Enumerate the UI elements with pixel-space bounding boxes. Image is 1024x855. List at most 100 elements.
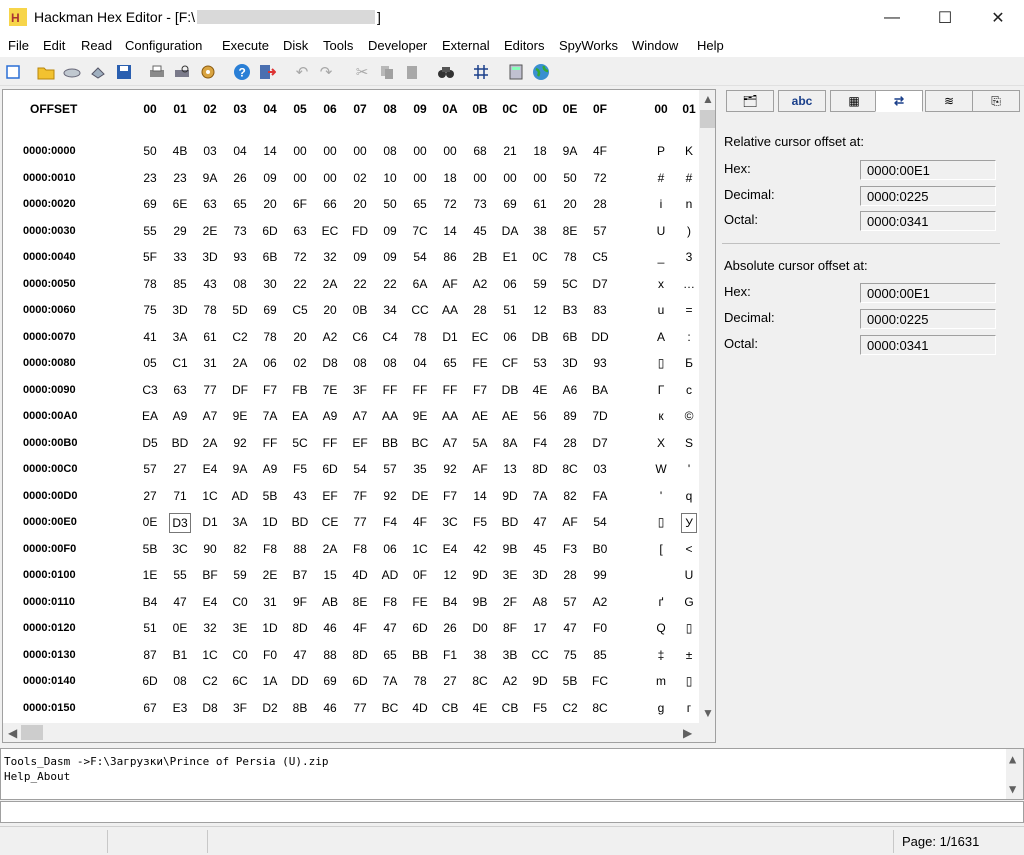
menu-window[interactable]: Window [632,38,678,53]
hex-byte[interactable]: 88 [289,542,311,556]
hex-byte[interactable]: 8C [559,462,581,476]
tab-export[interactable]: ⎘ [972,90,1020,112]
hex-byte[interactable]: CC [529,648,551,662]
hex-byte[interactable]: BD [169,436,191,450]
hex-byte[interactable]: A7 [199,409,221,423]
hex-byte[interactable]: 9E [229,409,251,423]
hex-byte[interactable]: A7 [439,436,461,450]
hex-byte[interactable]: F8 [259,542,281,556]
hex-byte[interactable]: 51 [139,621,161,635]
hex-byte[interactable]: 1D [259,515,281,529]
hex-byte[interactable]: 23 [169,171,191,185]
hex-byte[interactable]: 32 [199,621,221,635]
hex-byte[interactable]: 72 [589,171,611,185]
hex-byte[interactable]: CB [439,701,461,715]
hex-byte[interactable]: 6D [259,224,281,238]
ascii-char[interactable]: [ [653,542,669,556]
help-icon[interactable]: ? [231,61,253,83]
hex-byte[interactable]: 09 [379,224,401,238]
scroll-up-icon[interactable]: ▲ [1009,752,1016,767]
hex-byte[interactable]: AE [469,409,491,423]
hex-byte[interactable]: AA [439,409,461,423]
hex-byte[interactable]: D2 [259,701,281,715]
hex-byte[interactable]: A2 [499,674,521,688]
vertical-scrollbar[interactable]: ▲ ▼ [699,90,715,742]
hex-byte[interactable]: C5 [589,250,611,264]
hex-byte[interactable]: 63 [199,197,221,211]
ascii-char[interactable]: ▯ [681,674,697,688]
hex-byte[interactable]: 08 [379,144,401,158]
hex-byte[interactable]: 27 [169,462,191,476]
ascii-char[interactable]: # [653,171,669,185]
hex-byte[interactable]: 8B [289,701,311,715]
ascii-char[interactable]: i [653,197,669,211]
hex-byte[interactable]: 78 [559,250,581,264]
hex-byte[interactable]: 29 [169,224,191,238]
hex-byte[interactable]: 41 [139,330,161,344]
hex-byte[interactable]: 47 [529,515,551,529]
ascii-char[interactable]: : [681,330,697,344]
hex-byte[interactable]: 5C [289,436,311,450]
hex-byte[interactable]: 72 [289,250,311,264]
hex-byte[interactable]: 00 [289,144,311,158]
hex-byte[interactable]: 8A [499,436,521,450]
hex-byte[interactable]: 00 [439,144,461,158]
hex-byte[interactable]: 2F [499,595,521,609]
save-icon[interactable] [113,61,135,83]
hex-byte[interactable]: 85 [169,277,191,291]
hex-byte[interactable]: 63 [169,383,191,397]
hex-byte[interactable]: 31 [259,595,281,609]
ascii-char[interactable]: u [653,303,669,317]
hex-byte[interactable]: E4 [199,595,221,609]
close-button[interactable]: ✕ [972,0,1024,35]
hex-byte[interactable]: 14 [259,144,281,158]
hex-byte[interactable]: F7 [259,383,281,397]
hex-byte[interactable]: 23 [139,171,161,185]
hex-byte[interactable]: 02 [289,356,311,370]
hex-byte[interactable]: AF [469,462,491,476]
hex-byte[interactable]: A2 [469,277,491,291]
hex-byte[interactable]: BF [199,568,221,582]
hex-byte[interactable]: 50 [559,171,581,185]
hex-byte[interactable]: 5A [469,436,491,450]
hex-byte[interactable]: 5B [259,489,281,503]
hex-byte[interactable]: 8D [529,462,551,476]
hex-byte[interactable]: 18 [529,144,551,158]
hex-byte[interactable]: 18 [439,171,461,185]
hex-byte[interactable]: 22 [289,277,311,291]
menu-edit[interactable]: Edit [43,38,65,53]
scroll-right-icon[interactable]: ▶ [683,726,692,740]
hscroll-thumb[interactable] [21,725,43,740]
hex-byte[interactable]: A2 [589,595,611,609]
open-icon[interactable] [35,61,57,83]
hex-byte[interactable]: FE [409,595,431,609]
hex-byte[interactable]: 00 [349,144,371,158]
hex-byte[interactable]: 56 [529,409,551,423]
hex-byte[interactable]: 2A [199,436,221,450]
hex-byte[interactable]: E4 [199,462,221,476]
hex-byte[interactable]: 20 [259,197,281,211]
hex-byte[interactable]: F5 [469,515,491,529]
hex-byte[interactable]: A2 [319,330,341,344]
hex-byte[interactable]: 09 [259,171,281,185]
hex-byte[interactable]: 86 [439,250,461,264]
scroll-down-icon[interactable]: ▼ [1009,782,1016,797]
command-input[interactable] [0,801,1024,823]
hex-byte[interactable]: 6E [169,197,191,211]
hex-byte[interactable]: 6D [139,674,161,688]
hex-byte[interactable]: DB [529,330,551,344]
hex-byte[interactable]: F0 [589,621,611,635]
hex-byte[interactable]: 7E [319,383,341,397]
hex-byte[interactable]: 1A [259,674,281,688]
hex-byte[interactable]: 3F [229,701,251,715]
hex-byte[interactable]: 3E [499,568,521,582]
menu-configuration[interactable]: Configuration [125,38,202,53]
hex-byte[interactable]: 28 [589,197,611,211]
hex-byte[interactable]: 78 [409,330,431,344]
calculator-icon[interactable] [505,61,527,83]
hex-byte[interactable]: FF [379,383,401,397]
hex-byte[interactable]: 1E [139,568,161,582]
hex-byte[interactable]: 0B [349,303,371,317]
hex-byte[interactable]: 5C [559,277,581,291]
hex-byte[interactable]: B1 [169,648,191,662]
